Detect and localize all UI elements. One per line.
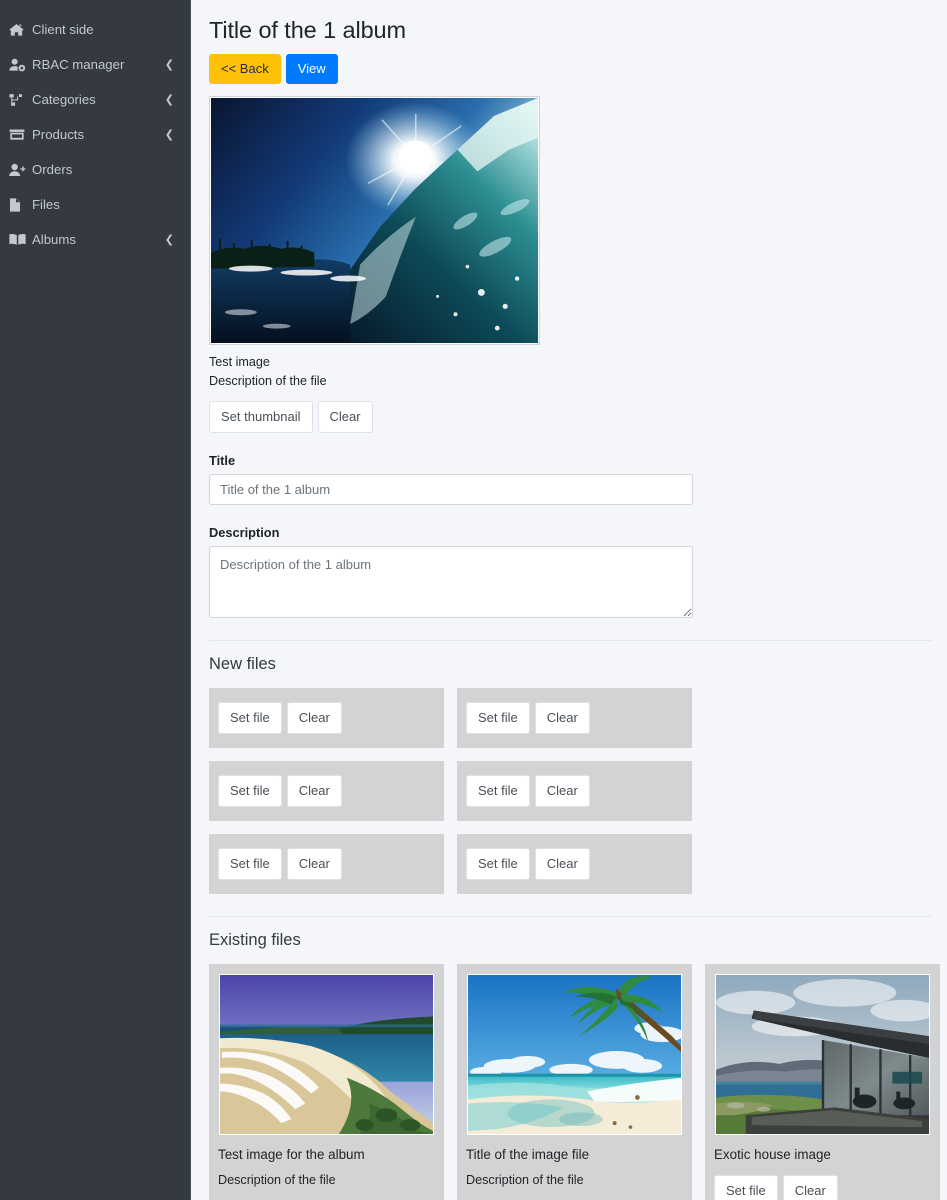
sidebar-item-rbac-manager[interactable]: RBAC manager ❮ — [0, 47, 190, 82]
user-cog-icon — [9, 58, 31, 72]
sidebar-item-files[interactable]: Files — [0, 187, 190, 222]
sidebar-item-label: Files — [32, 196, 60, 212]
album-thumbnail-frame — [209, 96, 540, 346]
clear-file-button[interactable]: Clear — [534, 774, 590, 807]
description-form-group: Description — [209, 525, 939, 618]
description-textarea[interactable] — [209, 545, 693, 618]
existing-file-action-row: Set file Clear — [714, 1175, 931, 1200]
sidebar-item-label: Orders — [32, 161, 73, 177]
sidebar-item-label: RBAC manager — [32, 56, 125, 72]
set-file-button[interactable]: Set file — [466, 701, 530, 734]
main-content: Title of the 1 album << Back View Test i… — [191, 0, 947, 1200]
chevron-left-icon[interactable]: ❮ — [165, 234, 180, 245]
app-root: Client side RBAC manager ❮ Categories ❮ … — [0, 0, 947, 1200]
clear-file-button[interactable]: Clear — [534, 701, 590, 734]
divider-existing-files — [209, 915, 931, 917]
existing-file-title: Title of the image file — [466, 1146, 590, 1162]
set-thumbnail-button[interactable]: Set thumbnail — [209, 400, 313, 433]
set-file-button[interactable]: Set file — [218, 847, 282, 880]
view-button[interactable]: View — [285, 54, 338, 85]
chevron-left-icon[interactable]: ❮ — [165, 129, 180, 140]
set-file-button[interactable]: Set file — [218, 774, 282, 807]
existing-file-title: Exotic house image — [714, 1146, 831, 1162]
header-button-row: << Back View — [209, 54, 939, 85]
existing-files-grid: Test image for the album Description of … — [209, 963, 940, 1200]
existing-file-thumbnail — [714, 972, 931, 1136]
clear-file-button[interactable]: Clear — [782, 1175, 838, 1200]
new-file-slot[interactable]: Set file Clear — [457, 687, 692, 748]
new-files-section-title: New files — [209, 654, 276, 673]
thumbnail-action-row: Set thumbnail Clear — [209, 400, 939, 433]
existing-file-thumbnail — [218, 972, 435, 1136]
coastal-bay-beach-image — [220, 974, 433, 1134]
ocean-wave-sun-image — [211, 98, 538, 344]
chevron-left-icon[interactable]: ❮ — [165, 94, 180, 105]
existing-file-card[interactable]: Test image for the album Description of … — [209, 963, 444, 1200]
set-file-button[interactable]: Set file — [466, 774, 530, 807]
thumbnail-caption-title: Test image — [209, 355, 270, 370]
title-input[interactable] — [209, 473, 693, 505]
page-title: Title of the 1 album — [209, 17, 406, 43]
album-thumbnail-block: Test image Description of the file Set t… — [209, 96, 939, 433]
sidebar-item-orders[interactable]: Orders — [0, 152, 190, 187]
tropical-palm-beach-image — [468, 974, 681, 1134]
existing-file-description: Description of the file — [466, 1173, 584, 1188]
sidebar-item-label: Client side — [32, 21, 94, 37]
sidebar-item-albums[interactable]: Albums ❮ — [0, 222, 190, 257]
existing-file-card[interactable]: Exotic house image Set file Clear — [705, 963, 940, 1200]
new-file-slot[interactable]: Set file Clear — [209, 687, 444, 748]
sidebar-item-label: Products — [32, 126, 85, 142]
new-files-grid: Set file Clear Set file Clear Set file C… — [209, 687, 939, 894]
book-open-icon — [9, 233, 31, 246]
modern-house-lake-image — [716, 974, 929, 1134]
title-label: Title — [209, 452, 236, 468]
user-plus-icon — [9, 163, 31, 177]
clear-file-button[interactable]: Clear — [286, 847, 342, 880]
set-file-button[interactable]: Set file — [218, 701, 282, 734]
thumbnail-caption-description: Description of the file — [209, 374, 327, 389]
sidebar-item-label: Categories — [32, 91, 96, 107]
sidebar-item-categories[interactable]: Categories ❮ — [0, 82, 190, 117]
sidebar-item-label: Albums — [32, 231, 76, 247]
clear-file-button[interactable]: Clear — [534, 847, 590, 880]
new-file-slot[interactable]: Set file Clear — [457, 760, 692, 821]
back-button[interactable]: << Back — [209, 54, 281, 85]
existing-files-section-title: Existing files — [209, 930, 301, 949]
clear-thumbnail-button[interactable]: Clear — [317, 400, 373, 433]
store-icon — [9, 128, 31, 141]
set-file-button[interactable]: Set file — [714, 1175, 778, 1200]
new-file-slot[interactable]: Set file Clear — [209, 833, 444, 894]
existing-file-title: Test image for the album — [218, 1146, 365, 1162]
existing-file-description: Description of the file — [218, 1173, 336, 1188]
sidebar-item-products[interactable]: Products ❮ — [0, 117, 190, 152]
new-file-slot[interactable]: Set file Clear — [209, 760, 444, 821]
chevron-left-icon[interactable]: ❮ — [165, 59, 180, 70]
sidebar: Client side RBAC manager ❮ Categories ❮ … — [0, 0, 191, 1200]
new-file-slot[interactable]: Set file Clear — [457, 833, 692, 894]
sidebar-item-client-side[interactable]: Client side — [0, 12, 190, 47]
clear-file-button[interactable]: Clear — [286, 774, 342, 807]
file-icon — [9, 197, 31, 212]
description-label: Description — [209, 524, 280, 540]
sitemap-icon — [9, 93, 31, 107]
divider-new-files — [209, 639, 931, 641]
title-form-group: Title — [209, 453, 939, 505]
existing-file-card[interactable]: Title of the image file Description of t… — [457, 963, 692, 1200]
clear-file-button[interactable]: Clear — [286, 701, 342, 734]
home-icon — [9, 23, 31, 37]
existing-file-thumbnail — [466, 972, 683, 1136]
set-file-button[interactable]: Set file — [466, 847, 530, 880]
